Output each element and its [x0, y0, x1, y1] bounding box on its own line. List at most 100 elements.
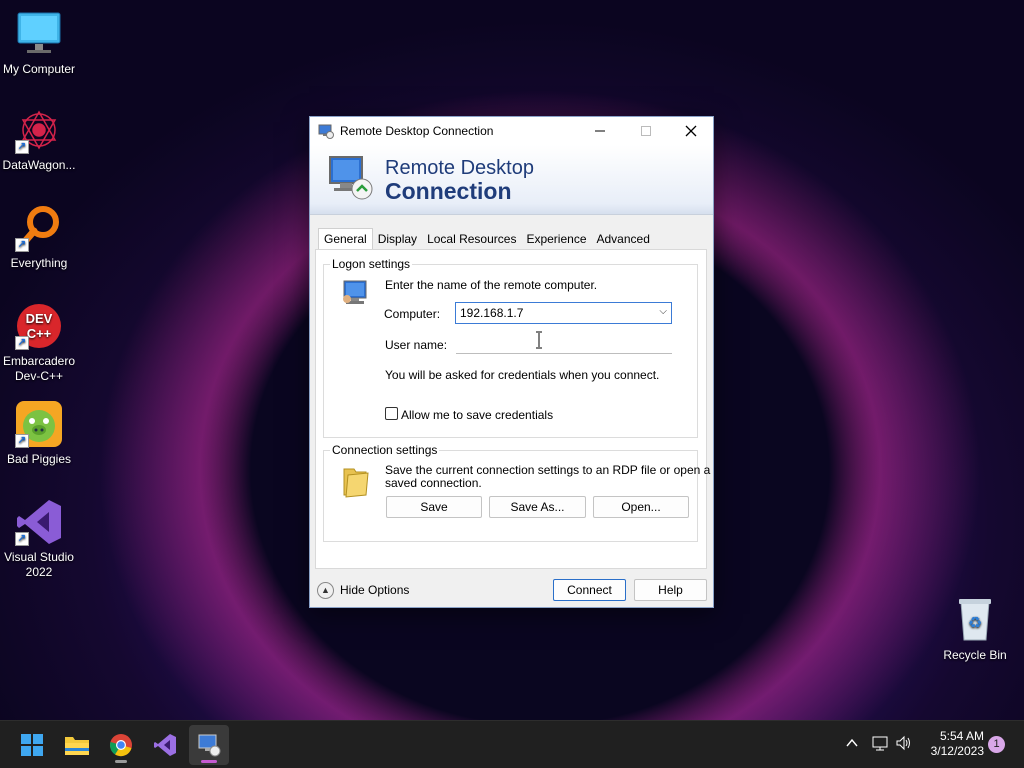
taskbar-chrome[interactable]: [101, 725, 141, 765]
taskbar-visual-studio[interactable]: [145, 725, 185, 765]
desktop-icon-datawagon[interactable]: ↗ DataWagon...: [0, 106, 79, 173]
connection-description-line1: Save the current connection settings to …: [385, 463, 711, 477]
logon-instruction: Enter the name of the remote computer.: [385, 278, 598, 292]
maximize-button[interactable]: [623, 117, 669, 145]
computer-value: 192.168.1.7: [460, 306, 524, 320]
save-button[interactable]: Save: [386, 496, 482, 518]
allow-save-credentials-checkbox[interactable]: [385, 407, 398, 420]
connection-settings-legend: Connection settings: [330, 443, 440, 457]
save-as-button[interactable]: Save As...: [489, 496, 586, 518]
network-icon: [872, 736, 888, 751]
desktop-icon-bad-piggies[interactable]: ↗ Bad Piggies: [0, 400, 79, 467]
hide-options-button[interactable]: ▲ Hide Options: [317, 580, 409, 600]
desktop-icon-recycle-bin[interactable]: ♻ Recycle Bin: [935, 596, 1015, 663]
chevron-down-icon[interactable]: ⌵: [659, 306, 667, 317]
taskbar-remote-desktop[interactable]: [189, 725, 229, 765]
banner-title-line2: Connection: [385, 178, 512, 204]
datawagon-icon: ↗: [15, 106, 63, 154]
devcpp-icon: DEV C++ ↗: [15, 302, 63, 350]
notification-count: 1: [993, 738, 1000, 750]
visual-studio-icon: [154, 734, 176, 756]
start-button[interactable]: [12, 725, 52, 765]
desktop-icon-label: My Computer: [2, 62, 76, 76]
svg-text:C++: C++: [27, 326, 52, 341]
shortcut-arrow-icon: ↗: [15, 532, 29, 546]
show-hidden-icons-button[interactable]: [845, 736, 859, 753]
username-field[interactable]: [456, 334, 672, 354]
chevron-up-circle-icon: ▲: [317, 581, 334, 599]
volume-button[interactable]: [895, 735, 913, 754]
desktop-icon-label: Everything: [10, 256, 68, 270]
active-indicator: [201, 760, 217, 763]
tab-local-resources[interactable]: Local Resources: [422, 228, 521, 250]
notification-badge[interactable]: 1: [988, 736, 1005, 753]
speaker-icon: [896, 735, 910, 751]
title-bar[interactable]: Remote Desktop Connection: [310, 117, 713, 145]
visual-studio-icon: ↗: [15, 498, 63, 546]
clock[interactable]: 5:54 AM 3/12/2023: [922, 729, 984, 759]
desktop-icon-everything[interactable]: ↗ Everything: [0, 204, 79, 271]
desktop-icon-label-line1: Visual Studio: [4, 550, 74, 564]
computer-label: Computer:: [384, 307, 441, 321]
hide-options-label: Hide Options: [340, 583, 410, 597]
connection-description-line2: saved connection.: [385, 476, 482, 490]
windows-logo-icon: [21, 734, 43, 756]
folder-icon: [340, 463, 372, 502]
computer-combobox[interactable]: 192.168.1.7 ⌵: [455, 302, 672, 324]
bad-piggies-icon: ↗: [15, 400, 63, 448]
rdc-app-icon: [318, 123, 334, 139]
computer-user-icon: [340, 277, 372, 312]
open-button[interactable]: Open...: [593, 496, 689, 518]
minimize-icon: [595, 130, 605, 132]
banner-title-line1: Remote Desktop: [385, 157, 534, 179]
shortcut-arrow-icon: ↗: [15, 140, 29, 154]
taskbar-file-explorer[interactable]: [57, 725, 97, 765]
shortcut-arrow-icon: ↗: [15, 238, 29, 252]
shortcut-arrow-icon: ↗: [15, 434, 29, 448]
connection-settings-group: Connection settings Save the current con…: [323, 443, 710, 542]
everything-search-icon: ↗: [15, 204, 63, 252]
desktop-icon-label-line2: Dev-C++: [14, 369, 64, 383]
desktop-icon-label-line2: 2022: [25, 565, 53, 579]
tab-advanced[interactable]: Advanced: [592, 228, 655, 250]
desktop-icon-label: Bad Piggies: [6, 452, 72, 466]
maximize-icon: [641, 126, 651, 136]
taskbar: 5:54 AM 3/12/2023 1: [0, 720, 1024, 768]
close-button[interactable]: [668, 117, 714, 145]
file-explorer-icon: [65, 737, 89, 755]
text-cursor-icon: [535, 331, 543, 352]
chevron-up-icon: [846, 738, 858, 747]
remote-desktop-icon: [326, 153, 374, 201]
shortcut-arrow-icon: ↗: [15, 336, 29, 350]
help-button[interactable]: Help: [634, 579, 707, 601]
allow-save-credentials-label[interactable]: Allow me to save credentials: [401, 408, 553, 422]
desktop-icon-label: DataWagon...: [2, 158, 76, 172]
username-label: User name:: [385, 338, 448, 352]
minimize-button[interactable]: [577, 117, 623, 145]
desktop-icon-visual-studio[interactable]: ↗ Visual Studio 2022: [0, 498, 79, 580]
recycle-bin-icon: ♻: [951, 596, 999, 644]
window-title: Remote Desktop Connection: [340, 124, 494, 138]
desktop-icon-label-line1: Embarcadero: [2, 354, 76, 368]
chrome-icon: [109, 734, 132, 757]
close-icon: [685, 125, 697, 137]
svg-text:DEV: DEV: [26, 311, 53, 326]
remote-desktop-icon: [198, 734, 221, 757]
monitor-icon: [15, 10, 63, 58]
running-indicator: [115, 760, 127, 763]
credentials-note: You will be asked for credentials when y…: [385, 368, 660, 382]
connect-button[interactable]: Connect: [553, 579, 626, 601]
tab-display[interactable]: Display: [373, 228, 422, 250]
clock-time: 5:54 AM: [939, 729, 984, 743]
tab-strip: General Display Local Resources Experien…: [318, 228, 655, 250]
tab-experience[interactable]: Experience: [521, 228, 591, 250]
rdc-window: Remote Desktop Connection Remote Desktop…: [309, 116, 714, 608]
desktop-icon-my-computer[interactable]: My Computer: [0, 10, 79, 77]
network-button[interactable]: [871, 735, 889, 754]
desktop-icon-label: Recycle Bin: [943, 648, 1007, 662]
logon-settings-legend: Logon settings: [330, 257, 413, 271]
banner: Remote Desktop Connection: [310, 145, 713, 215]
logon-settings-group: Logon settings Enter the name of the rem…: [323, 257, 698, 438]
desktop-icon-devcpp[interactable]: DEV C++ ↗ Embarcadero Dev-C++: [0, 302, 79, 384]
tab-general[interactable]: General: [318, 228, 373, 250]
